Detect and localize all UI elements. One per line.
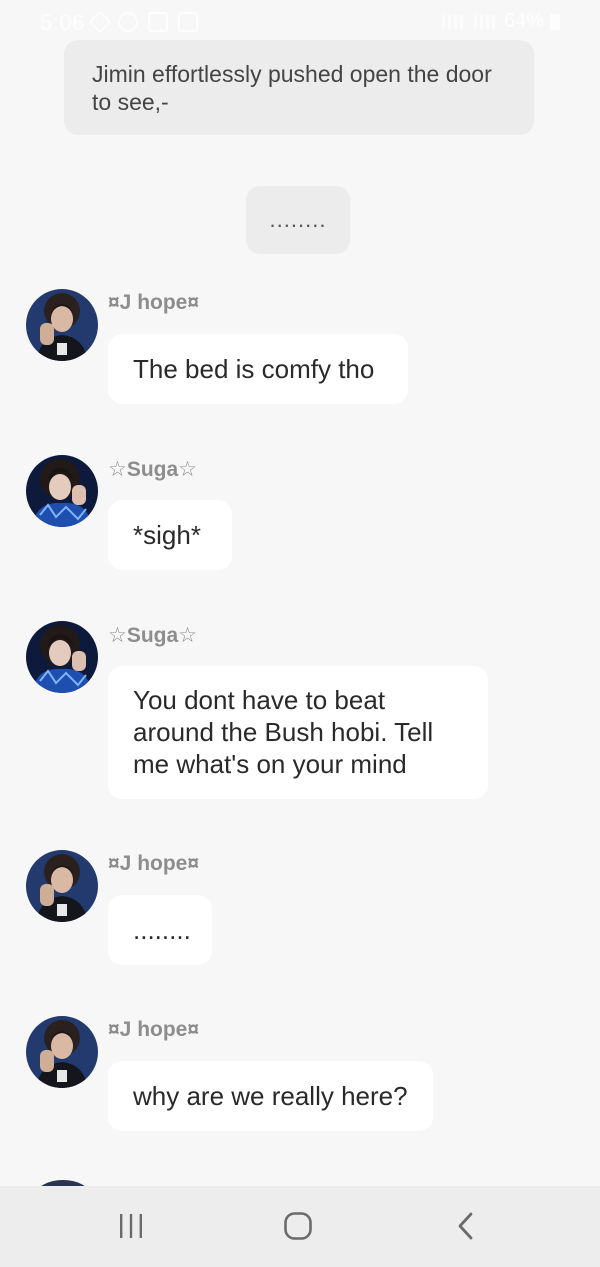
system-navigation-bar [0, 1186, 600, 1267]
suga-avatar[interactable] [26, 621, 98, 693]
whatsapp-icon [118, 12, 138, 32]
home-icon [284, 1212, 312, 1240]
narration-text: Jimin effortlessly pushed open the door … [92, 61, 492, 115]
chat-message: ☆Suga☆ *sigh* [26, 455, 586, 575]
message-bubble[interactable]: *sigh* [108, 500, 232, 570]
message-bubble[interactable]: You dont have to beat around the Bush ho… [108, 666, 488, 799]
recent-apps-button[interactable] [101, 1202, 161, 1250]
message-text: why are we really here? [133, 1081, 408, 1111]
message-bubble[interactable]: The bed is comfy tho [108, 334, 408, 404]
chat-message: ¤J hope¤ ........ [26, 850, 586, 970]
status-time: 5:06 [40, 10, 85, 35]
battery-percent: 64% [503, 10, 544, 32]
status-bar: 5:06 64% [0, 0, 600, 40]
telegram-icon [88, 10, 112, 34]
signal-icon-2 [471, 14, 498, 29]
chat-message: ☆Suga☆ You dont have to beat around the … [26, 621, 586, 801]
center-bubble-text: ........ [269, 207, 327, 232]
gallery-icon [178, 12, 198, 32]
back-button[interactable] [436, 1202, 496, 1250]
notification-icons [88, 10, 198, 34]
notification-box-icon [148, 12, 168, 32]
sender-name: ¤J hope¤ [108, 852, 200, 875]
sender-name: ☆Suga☆ [108, 458, 197, 481]
jhope-avatar[interactable] [26, 1016, 98, 1088]
message-bubble[interactable]: ........ [108, 895, 212, 965]
message-text: You dont have to beat around the Bush ho… [133, 685, 434, 779]
signal-icon [439, 14, 466, 29]
recent-apps-icon [120, 1214, 142, 1238]
suga-avatar[interactable] [26, 455, 98, 527]
jhope-avatar[interactable] [26, 289, 98, 361]
message-text: ........ [133, 915, 191, 945]
sender-name: ¤J hope¤ [108, 1018, 200, 1041]
back-icon [458, 1212, 473, 1240]
chat-message: ¤J hope¤ why are we really here? [26, 1016, 586, 1136]
chat-message: ¤J hope¤ The bed is comfy tho [26, 289, 586, 409]
home-button[interactable] [268, 1202, 328, 1250]
battery-icon [550, 13, 560, 30]
message-text: The bed is comfy tho [133, 354, 375, 384]
sender-name: ☆Suga☆ [108, 624, 197, 647]
center-bubble: ........ [246, 186, 350, 254]
jhope-avatar[interactable] [26, 850, 98, 922]
message-bubble[interactable]: why are we really here? [108, 1061, 433, 1131]
status-right: 64% [439, 10, 560, 33]
message-text: *sigh* [133, 520, 201, 550]
sender-name: ¤J hope¤ [108, 291, 200, 314]
narration-bubble: Jimin effortlessly pushed open the door … [64, 40, 534, 135]
